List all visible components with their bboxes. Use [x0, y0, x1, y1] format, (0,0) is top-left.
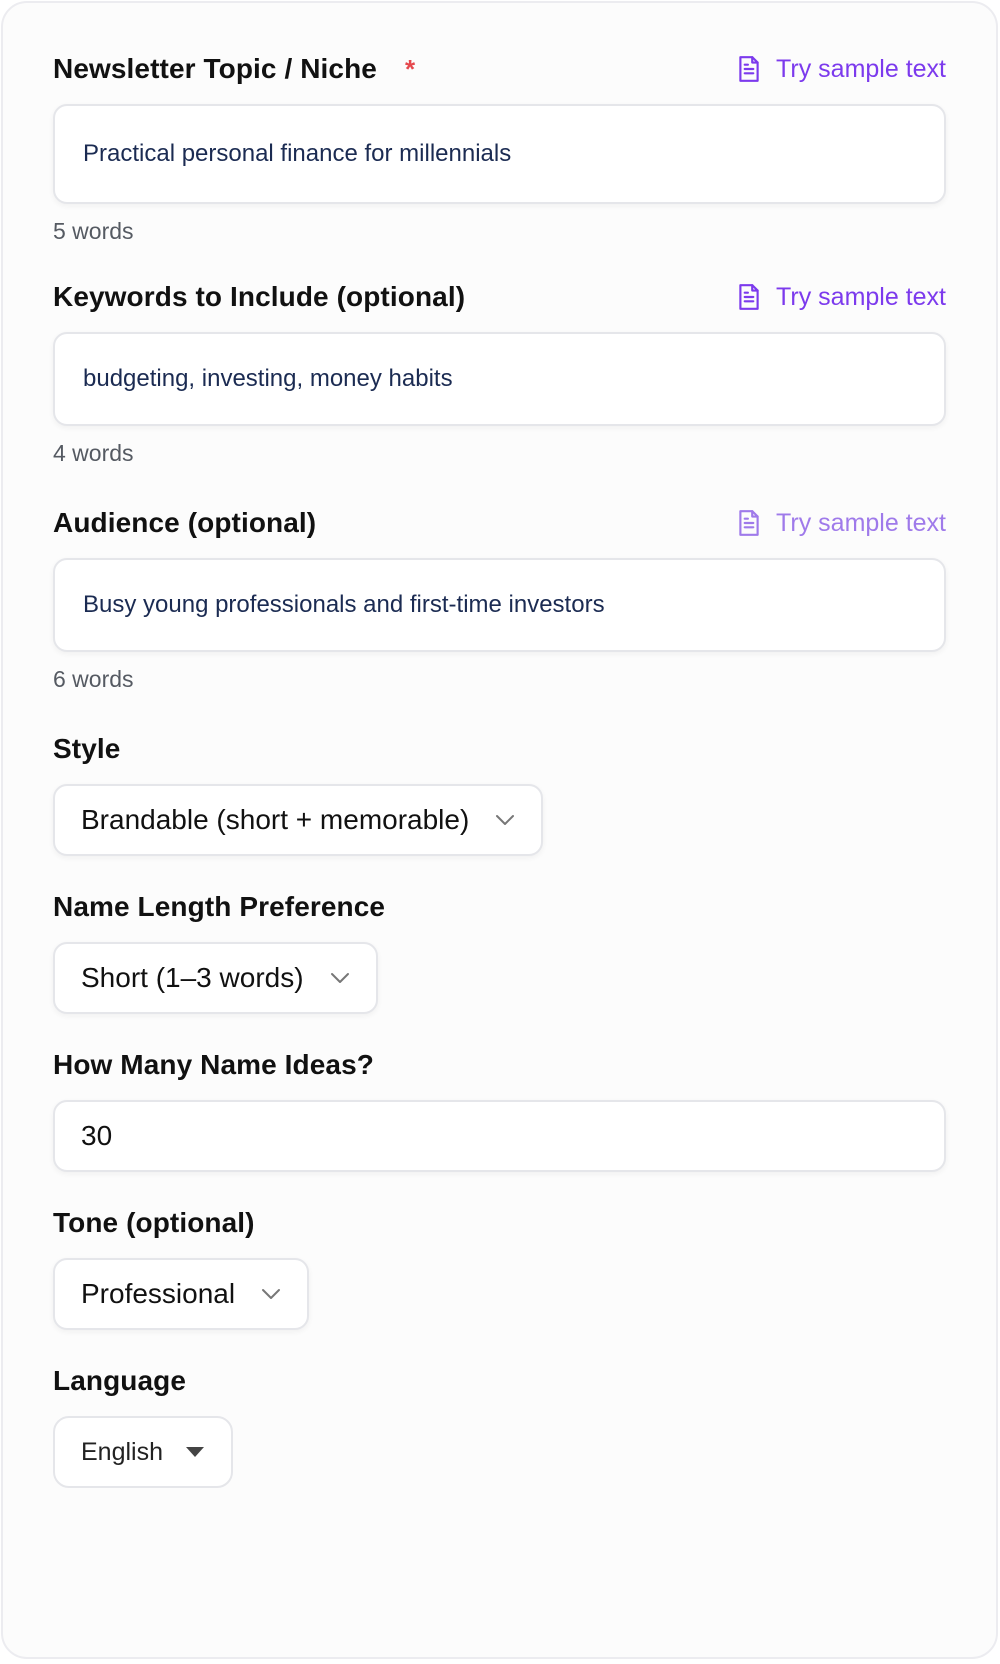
- audience-input-value: Busy young professionals and first-time …: [83, 591, 605, 618]
- topic-input-value: Practical personal finance for millennia…: [83, 140, 512, 167]
- style-field: Style Brandable (short + memorable): [53, 732, 946, 856]
- document-icon: [739, 284, 759, 310]
- audience-word-count: 6 words: [53, 666, 134, 692]
- topic-sample-label: Try sample text: [776, 54, 946, 83]
- language-select[interactable]: English: [53, 1416, 233, 1488]
- topic-field: Newsletter Topic / Niche * Try sample tex…: [53, 52, 946, 245]
- keywords-field: Keywords to Include (optional) Try sampl…: [53, 280, 946, 467]
- topic-sample-link[interactable]: Try sample text: [736, 55, 946, 84]
- tone-label: Tone (optional): [53, 1207, 255, 1238]
- chevron-down-icon: [262, 1289, 281, 1299]
- count-input[interactable]: 30: [53, 1100, 946, 1172]
- topic-label-wrap: Newsletter Topic / Niche *: [53, 53, 415, 85]
- name-length-field: Name Length Preference Short (1–3 words): [53, 890, 946, 1014]
- topic-input[interactable]: Practical personal finance for millennia…: [53, 104, 946, 204]
- chevron-down-icon: [496, 815, 515, 825]
- count-label: How Many Name Ideas?: [53, 1049, 374, 1080]
- caret-down-icon: [186, 1447, 204, 1457]
- document-icon: [739, 56, 759, 82]
- name-length-selected-value: Short (1–3 words): [81, 962, 304, 993]
- required-mark: *: [404, 54, 416, 84]
- document-icon: [739, 510, 759, 536]
- keywords-sample-link[interactable]: Try sample text: [736, 283, 946, 312]
- form-card: Newsletter Topic / Niche * Try sample tex…: [1, 1, 998, 1659]
- audience-sample-label: Try sample text: [776, 508, 946, 537]
- keywords-sample-label: Try sample text: [776, 282, 946, 311]
- style-label: Style: [53, 733, 121, 764]
- tone-field: Tone (optional) Professional: [53, 1206, 946, 1330]
- topic-word-count: 5 words: [53, 218, 134, 244]
- keywords-input[interactable]: budgeting, investing, money habits: [53, 332, 946, 426]
- topic-label: Newsletter Topic / Niche: [53, 53, 377, 84]
- audience-field: Audience (optional) Try sample text Busy…: [53, 506, 946, 693]
- name-length-label: Name Length Preference: [53, 891, 386, 922]
- name-length-select[interactable]: Short (1–3 words): [53, 942, 378, 1014]
- audience-sample-link[interactable]: Try sample text: [736, 509, 946, 538]
- count-field: How Many Name Ideas? 30: [53, 1048, 946, 1172]
- keywords-input-value: budgeting, investing, money habits: [83, 365, 453, 392]
- count-input-value: 30: [81, 1120, 113, 1151]
- style-selected-value: Brandable (short + memorable): [81, 804, 470, 835]
- language-label: Language: [53, 1365, 187, 1396]
- tone-select[interactable]: Professional: [53, 1258, 310, 1330]
- audience-label: Audience (optional): [53, 507, 317, 538]
- style-select[interactable]: Brandable (short + memorable): [53, 784, 544, 856]
- language-field: Language English: [53, 1364, 946, 1488]
- chevron-down-icon: [330, 973, 349, 983]
- keywords-word-count: 4 words: [53, 440, 134, 466]
- keywords-label: Keywords to Include (optional): [53, 281, 466, 312]
- audience-input[interactable]: Busy young professionals and first-time …: [53, 558, 946, 652]
- language-selected-value: English: [81, 1437, 163, 1466]
- tone-selected-value: Professional: [81, 1278, 236, 1309]
